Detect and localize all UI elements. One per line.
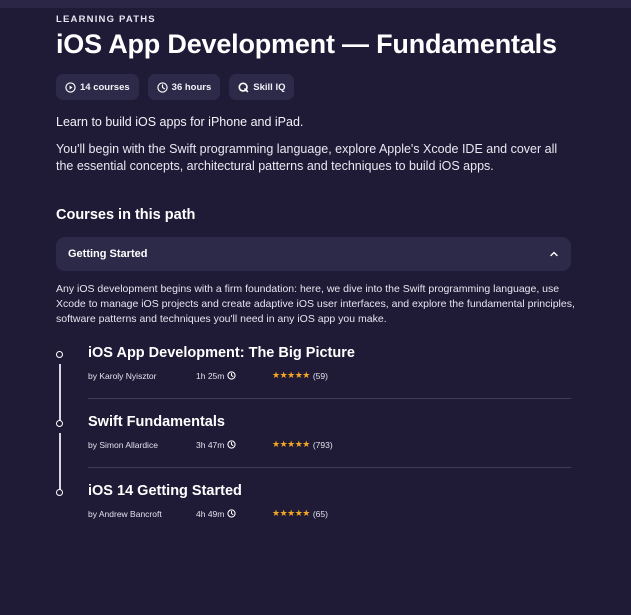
path-description: You'll begin with the Swift programming … [56, 142, 558, 173]
clock-icon [156, 81, 168, 93]
course-duration: 3h 47m [196, 440, 272, 450]
course-title[interactable]: Swift Fundamentals [88, 414, 571, 430]
course-item[interactable]: Swift Fundamentals by Simon Allardice 3h… [56, 414, 571, 491]
clock-icon [227, 440, 236, 449]
course-item[interactable]: iOS 14 Getting Started by Andrew Bancrof… [56, 483, 571, 552]
courses-count-label: 14 courses [80, 81, 130, 93]
play-circle-icon [65, 81, 76, 93]
divider [88, 467, 571, 468]
course-duration: 4h 49m [196, 509, 272, 519]
clock-icon [227, 509, 236, 518]
hours-pill: 36 hours [147, 74, 221, 100]
clock-icon [227, 371, 236, 380]
course-duration: 1h 25m [196, 371, 272, 381]
course-title[interactable]: iOS 14 Getting Started [88, 483, 571, 499]
timeline-dot [56, 351, 63, 358]
course-title[interactable]: iOS App Development: The Big Picture [88, 345, 571, 361]
skill-iq-icon [238, 81, 249, 92]
timeline-dot [56, 420, 63, 427]
chevron-up-icon[interactable] [549, 249, 559, 259]
hours-label: 36 hours [171, 81, 212, 93]
star-rating: ★★★★★ [272, 439, 310, 449]
star-rating: ★★★★★ [272, 370, 310, 380]
timeline-dot [56, 489, 63, 496]
learning-path-page: LEARNING PATHS iOS App Development — Fun… [56, 14, 576, 552]
courses-count-pill: 14 courses [56, 74, 139, 100]
accordion-description: Any iOS development begins with a firm f… [56, 283, 575, 325]
review-count: (59) [312, 370, 328, 381]
course-list: iOS App Development: The Big Picture by … [56, 345, 571, 552]
star-rating: ★★★★★ [272, 508, 310, 518]
page-title: iOS App Development — Fundamentals [56, 29, 557, 59]
course-duration-text: 3h 47m [196, 439, 225, 450]
course-author: by Andrew Bancroft [88, 508, 162, 519]
review-count: (793) [312, 439, 333, 450]
top-bar [0, 0, 631, 8]
skill-iq-pill[interactable]: Skill IQ [229, 74, 295, 100]
course-author: by Karoly Nyisztor [88, 370, 157, 381]
course-duration-text: 4h 49m [196, 508, 225, 519]
lead-text: Learn to build iOS apps for iPhone and i… [56, 115, 304, 129]
review-count: (65) [312, 508, 328, 519]
path-stats: 14 courses 36 hours Skill IQ [56, 74, 576, 100]
eyebrow-label: LEARNING PATHS [56, 14, 156, 25]
course-duration-text: 1h 25m [196, 370, 225, 381]
course-item[interactable]: iOS App Development: The Big Picture by … [56, 345, 571, 422]
accordion-title: Getting Started [68, 248, 148, 260]
accordion-getting-started[interactable]: Getting Started [56, 237, 571, 271]
divider [88, 398, 571, 399]
course-author: by Simon Allardice [88, 439, 158, 450]
section-heading: Courses in this path [56, 207, 196, 223]
skill-iq-label: Skill IQ [253, 81, 286, 93]
